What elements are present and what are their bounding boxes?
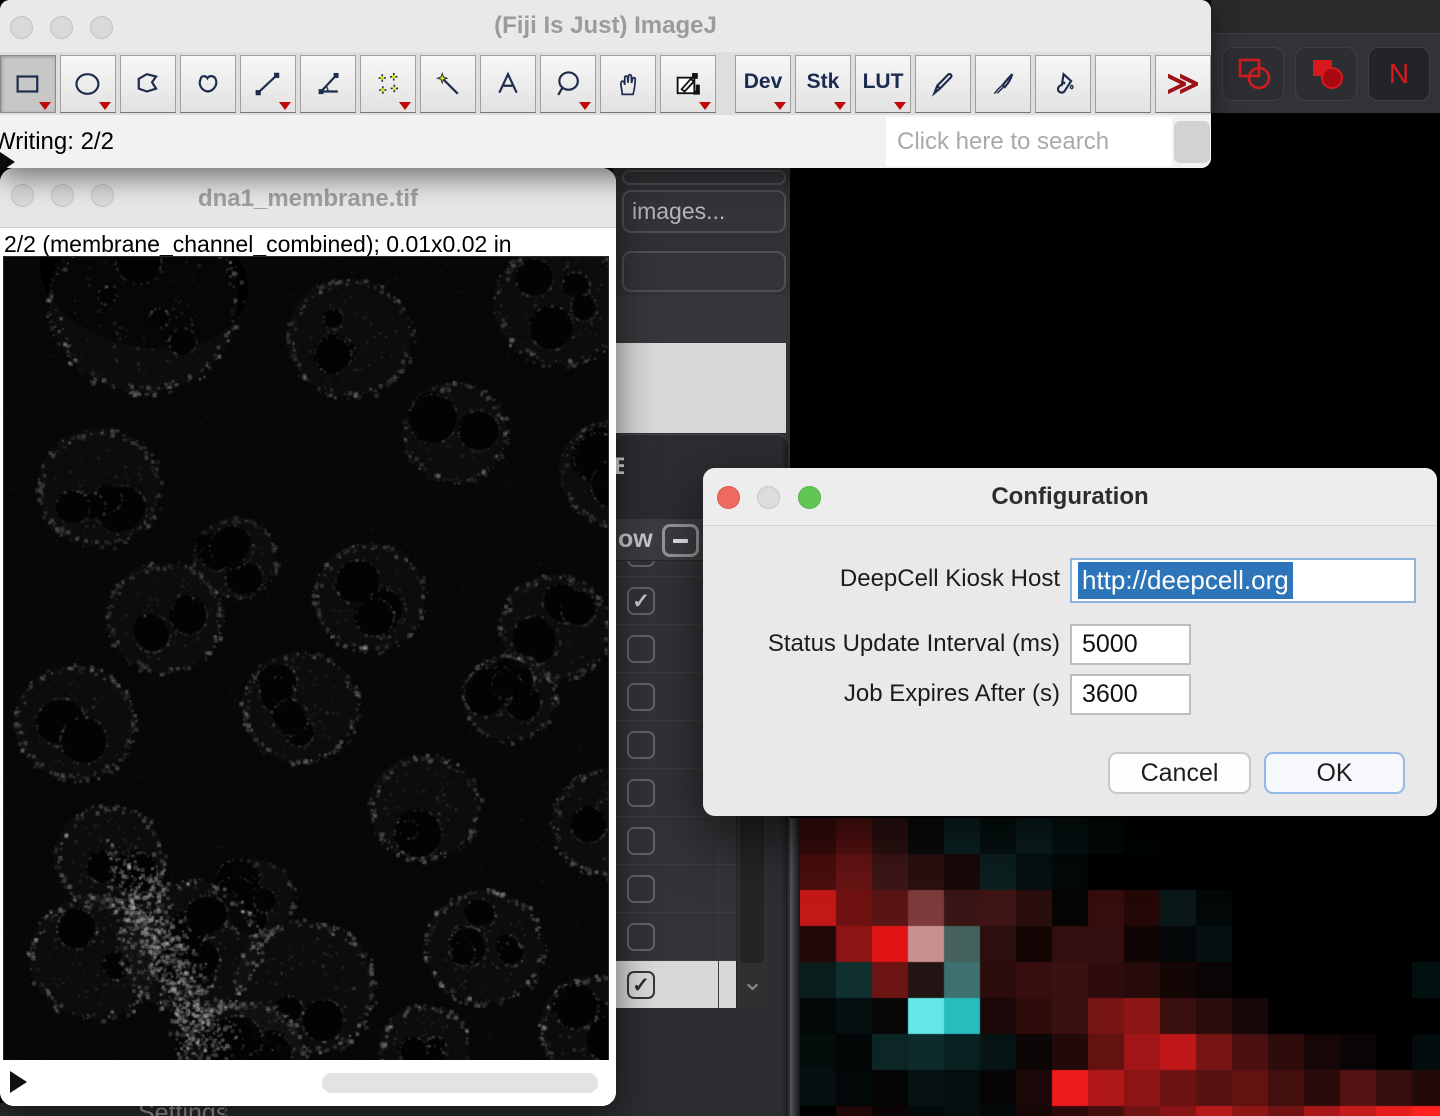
tool-dev[interactable]: Dev xyxy=(735,55,791,113)
interval-field-input[interactable] xyxy=(1070,624,1191,665)
imagej-toolbar: DevStkLUT ≫ xyxy=(0,52,1211,115)
tool-wand[interactable] xyxy=(420,55,476,113)
checkbox-unchecked[interactable] xyxy=(627,779,655,807)
imagej-window: (Fiji Is Just) ImageJ DevStkLUT ≫ Writing… xyxy=(0,0,1211,168)
checkbox-unchecked[interactable] xyxy=(627,875,655,903)
host-field-input[interactable]: http://deepcell.org xyxy=(1070,558,1416,603)
n-icon: N xyxy=(1389,58,1409,90)
tool-line[interactable] xyxy=(240,55,296,113)
panel-light-block xyxy=(613,343,786,433)
panel-button-top-fragment[interactable] xyxy=(622,170,786,185)
search-side-box[interactable] xyxy=(1174,121,1210,163)
dropdown-arrow-icon xyxy=(399,102,411,110)
host-field-label: DeepCell Kiosk Host xyxy=(720,565,1060,593)
dropdown-arrow-icon xyxy=(579,102,591,110)
cancel-button[interactable]: Cancel xyxy=(1108,752,1251,794)
dialog-title: Configuration xyxy=(703,483,1437,511)
tool-pencil[interactable] xyxy=(915,55,971,113)
dropdown-arrow-icon xyxy=(39,102,51,110)
tool-lut[interactable]: LUT xyxy=(855,55,911,113)
checkbox-unchecked[interactable] xyxy=(627,683,655,711)
tool-picker[interactable] xyxy=(660,55,716,113)
checkbox-unchecked[interactable] xyxy=(627,731,655,759)
checkbox-unchecked[interactable] xyxy=(627,561,655,567)
show-column-label: ow xyxy=(618,525,653,554)
shapes-outline-icon xyxy=(1233,55,1273,93)
tool-blank[interactable] xyxy=(1095,55,1151,113)
tool-text[interactable] xyxy=(480,55,536,113)
zoomed-pixel-image xyxy=(800,818,1440,1116)
dialog-titlebar[interactable]: Configuration xyxy=(703,468,1437,526)
configuration-dialog: Configuration DeepCell Kiosk Host http:/… xyxy=(703,468,1437,816)
checkbox-checked[interactable]: ✓ xyxy=(627,971,655,999)
tool-hand[interactable] xyxy=(600,55,656,113)
imagej-status-row: Writing: 2/2 xyxy=(0,115,1211,168)
images-button[interactable]: images... xyxy=(622,190,786,233)
indeterminate-dash-icon xyxy=(673,539,688,543)
checkbox-unchecked[interactable] xyxy=(627,923,655,951)
tool-fill[interactable] xyxy=(1035,55,1091,113)
image-window: dna1_membrane.tif 2/2 (membrane_channel_… xyxy=(0,168,616,1106)
desktop-button-shapes-filled-icon[interactable] xyxy=(1295,47,1357,101)
image-window-titlebar[interactable]: dna1_membrane.tif xyxy=(0,168,616,228)
scroll-down-arrow-icon[interactable]: ⌄ xyxy=(737,966,768,997)
selected-text: http://deepcell.org xyxy=(1078,562,1293,599)
search-input[interactable] xyxy=(886,117,1172,166)
panel-button-blank[interactable] xyxy=(622,251,786,292)
tool-stk-label: Stk xyxy=(796,70,850,94)
images-button-label: images... xyxy=(632,198,725,225)
dropdown-arrow-icon xyxy=(774,102,786,110)
tool-brush[interactable] xyxy=(975,55,1031,113)
imagej-titlebar[interactable]: (Fiji Is Just) ImageJ xyxy=(0,0,1211,52)
panel-section xyxy=(613,295,790,343)
tool-freehand[interactable] xyxy=(180,55,236,113)
dropdown-arrow-icon xyxy=(834,102,846,110)
imagej-title: (Fiji Is Just) ImageJ xyxy=(0,12,1211,40)
expires-field-label: Job Expires After (s) xyxy=(720,680,1060,708)
select-all-checkbox[interactable] xyxy=(662,524,699,557)
disclosure-triangle-icon xyxy=(0,152,15,172)
tool-oval[interactable] xyxy=(60,55,116,113)
desktop-button-shapes-outline-icon[interactable] xyxy=(1222,47,1284,101)
tool-point[interactable] xyxy=(360,55,416,113)
tool-polygon[interactable] xyxy=(120,55,176,113)
desktop-button-n[interactable]: N xyxy=(1368,47,1430,101)
checkbox-unchecked[interactable] xyxy=(627,635,655,663)
dropdown-arrow-icon xyxy=(99,102,111,110)
dropdown-arrow-icon xyxy=(894,102,906,110)
desktop-toolbar: N xyxy=(1211,33,1440,113)
more-tools-icon: ≫ xyxy=(1156,64,1210,102)
background-window-edge xyxy=(790,818,800,1116)
microscopy-image-canvas[interactable] xyxy=(4,257,608,1060)
tool-rectangle[interactable] xyxy=(0,55,56,113)
dropdown-arrow-icon xyxy=(699,102,711,110)
checkbox-checked[interactable]: ✓ xyxy=(627,587,655,615)
image-window-footer xyxy=(0,1060,616,1106)
shapes-filled-icon xyxy=(1306,55,1346,93)
expires-field-input[interactable] xyxy=(1070,674,1191,715)
imagej-status-text: Writing: 2/2 xyxy=(0,128,114,156)
tool-dev-label: Dev xyxy=(736,70,790,94)
desktop-menubar xyxy=(1211,0,1440,33)
tool-more[interactable]: ≫ xyxy=(1155,55,1211,113)
dropdown-arrow-icon xyxy=(279,102,291,110)
play-animation-icon[interactable] xyxy=(10,1071,27,1093)
ok-button[interactable]: OK xyxy=(1264,752,1405,794)
horizontal-scrollbar[interactable] xyxy=(322,1073,598,1093)
tool-lut-label: LUT xyxy=(856,70,910,94)
tool-zoom[interactable] xyxy=(540,55,596,113)
tool-angle[interactable] xyxy=(300,55,356,113)
interval-field-label: Status Update Interval (ms) xyxy=(720,630,1060,658)
checkbox-unchecked[interactable] xyxy=(627,827,655,855)
tool-stk[interactable]: Stk xyxy=(795,55,851,113)
image-window-title: dna1_membrane.tif xyxy=(0,185,616,213)
